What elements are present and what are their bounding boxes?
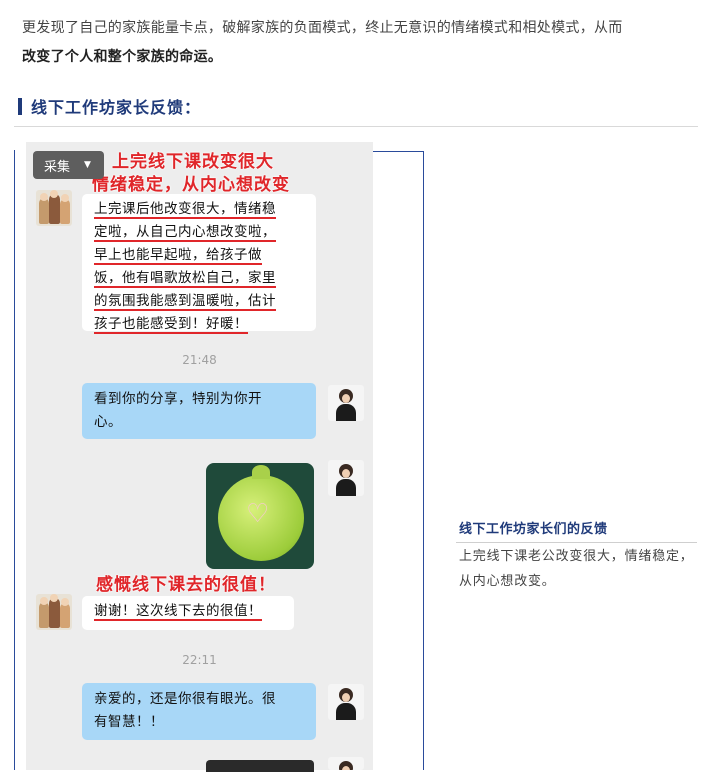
intro-paragraph: 更发现了自己的家族能量卡点，破解家族的负面模式，终止无意识的情绪模式和相处模式，… bbox=[22, 14, 694, 72]
frame-border-right bbox=[423, 151, 424, 770]
annotation-mid: 感慨线下课去的很值！ bbox=[96, 575, 276, 595]
chat-message-3[interactable]: 谢谢！这次线下去的很值！ bbox=[82, 596, 294, 630]
chat-message-4[interactable]: 亲爱的，还是你很有眼光。很 有智慧！！ bbox=[82, 683, 316, 740]
chat-message-1[interactable]: 上完课后他改变很大，情绪稳 定啦，从自己内心想改变啦， 早上也能早起啦，给孩子做… bbox=[82, 194, 316, 334]
intro-text-bold: 改变了个人和整个家族的命运。 bbox=[22, 49, 223, 65]
avatar[interactable] bbox=[328, 757, 364, 770]
chat-message-2[interactable]: 看到你的分享，特别为你开 心。 bbox=[82, 383, 316, 439]
avatar[interactable] bbox=[36, 190, 72, 226]
avatar[interactable] bbox=[328, 460, 364, 496]
section-title: 线下工作坊家长反馈： bbox=[31, 98, 202, 117]
avatar[interactable] bbox=[328, 385, 364, 421]
divider bbox=[14, 126, 698, 127]
timestamp: 22:11 bbox=[182, 653, 217, 667]
heading-accent-bar bbox=[18, 97, 22, 115]
timestamp: 21:48 bbox=[182, 353, 217, 367]
caption-title: 线下工作坊家长们的反馈 bbox=[459, 522, 608, 537]
caption-body: 上完线下课老公改变很大，情绪稳定，从内心想改变。 bbox=[459, 549, 694, 589]
frame-border-left bbox=[14, 150, 15, 770]
sticker-image[interactable]: ♡ bbox=[206, 463, 314, 569]
avatar[interactable] bbox=[328, 684, 364, 720]
section-heading: 线下工作坊家长反馈： bbox=[18, 94, 201, 118]
collect-label: 采集 bbox=[44, 159, 71, 175]
collect-button[interactable]: 采集 ▼ bbox=[33, 151, 104, 179]
image-message-partial[interactable] bbox=[206, 760, 314, 772]
annotation-top-1: 上完线下课改变很大 bbox=[112, 152, 274, 172]
frame-border-top bbox=[372, 151, 424, 152]
caret-down-icon: ▼ bbox=[84, 160, 91, 170]
intro-text: 更发现了自己的家族能量卡点，破解家族的负面模式，终止无意识的情绪模式和相处模式，… bbox=[22, 20, 623, 36]
avatar[interactable] bbox=[36, 594, 72, 630]
caption-divider bbox=[456, 542, 697, 543]
